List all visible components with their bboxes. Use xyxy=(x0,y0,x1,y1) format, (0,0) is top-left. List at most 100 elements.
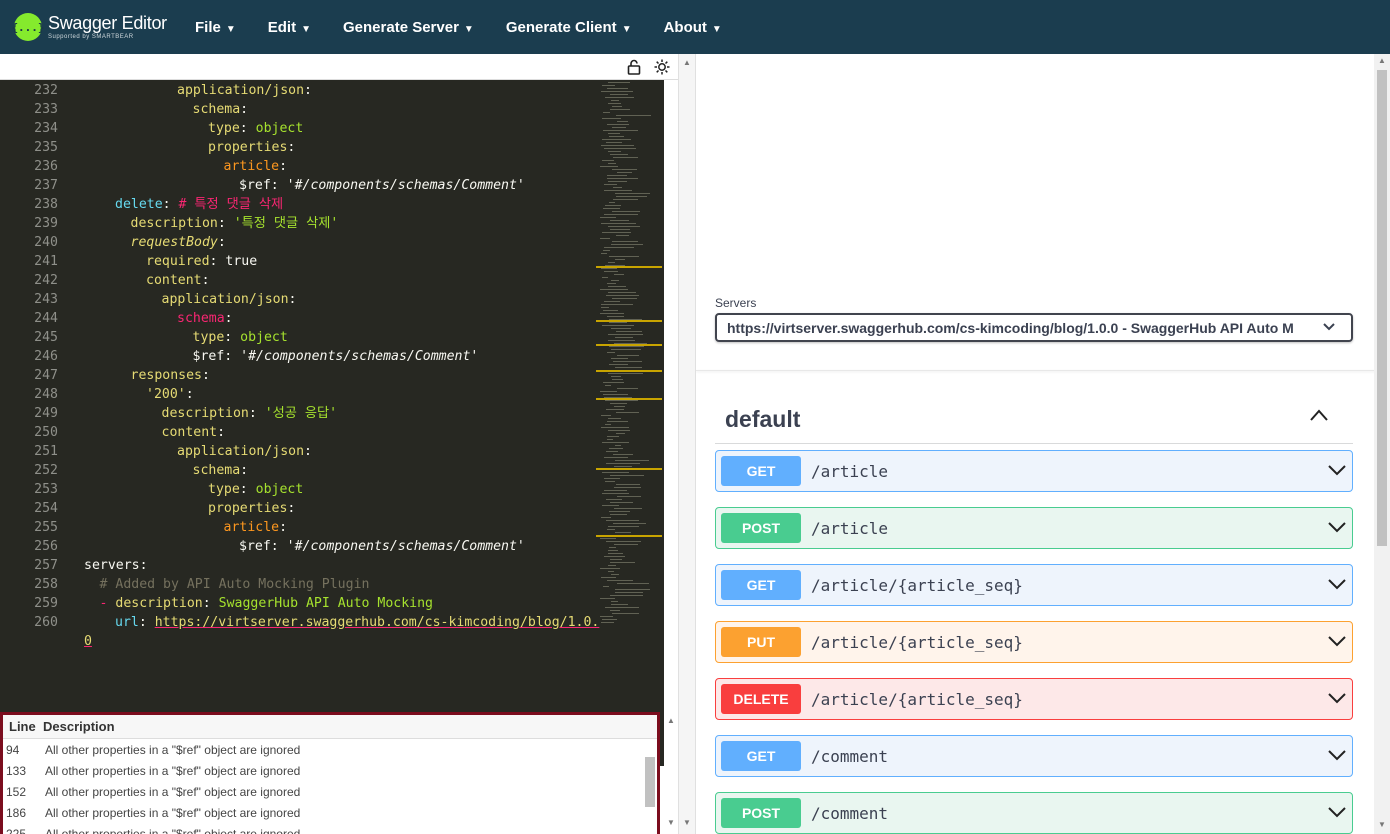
code-line[interactable]: 238 delete: # 특정 댓글 삭제 xyxy=(0,195,600,214)
scroll-down-icon[interactable]: ▼ xyxy=(1378,820,1386,829)
code-token: properties xyxy=(208,501,288,516)
code-line[interactable]: 243 application/json: xyxy=(0,290,600,309)
operation-get[interactable]: GET/article xyxy=(715,450,1353,492)
code-line[interactable]: 239 description: '특정 댓글 삭제' xyxy=(0,214,600,233)
menu-file[interactable]: File ▼ xyxy=(195,19,236,36)
minimap-line xyxy=(609,448,623,449)
code-line[interactable]: 234 type: object xyxy=(0,119,600,138)
operation-get[interactable]: GET/article/{article_seq} xyxy=(715,564,1353,606)
minimap-line xyxy=(617,121,628,122)
code-line[interactable]: 253 type: object xyxy=(0,480,600,499)
operation-post[interactable]: POST/comment xyxy=(715,792,1353,834)
code-line[interactable]: 0 xyxy=(0,632,600,651)
code-token: requestBody xyxy=(130,235,218,250)
code-editor[interactable]: 232 application/json: 233 schema: 234 type: o… xyxy=(0,80,664,766)
ui-scrollbar[interactable]: ▲ ▼ xyxy=(1374,54,1390,834)
main-menu: File ▼ Edit ▼ Generate Server ▼ Generate Cl… xyxy=(195,19,754,36)
chevron-down-icon[interactable] xyxy=(1328,577,1346,595)
code-line[interactable]: 235 properties: xyxy=(0,138,600,157)
code-line[interactable]: 246 $ref: '#/components/schemas/Comment' xyxy=(0,347,600,366)
chevron-up-icon[interactable] xyxy=(1309,408,1328,426)
pane-splitter[interactable]: ▲ ▼ xyxy=(678,54,696,834)
tag-section-default[interactable]: default xyxy=(715,398,1353,444)
code-line[interactable]: 240 requestBody: xyxy=(0,233,600,252)
scroll-down-icon[interactable]: ▼ xyxy=(683,818,691,827)
code-minimap[interactable] xyxy=(596,80,664,630)
code-token: SwaggerHub API Auto Mocking xyxy=(218,596,433,611)
code-line[interactable]: 258 # Added by API Auto Mocking Plugin xyxy=(0,575,600,594)
line-number: 255 xyxy=(34,520,58,535)
scroll-up-icon[interactable]: ▲ xyxy=(667,716,675,725)
unlock-icon[interactable] xyxy=(625,58,643,76)
theme-sun-icon[interactable] xyxy=(653,58,671,76)
code-line[interactable]: 245 type: object xyxy=(0,328,600,347)
code-line[interactable]: 247 responses: xyxy=(0,366,600,385)
code-line[interactable]: 233 schema: xyxy=(0,100,600,119)
error-row[interactable]: 152 All other properties in a "$ref" obje… xyxy=(3,781,657,802)
operation-put[interactable]: PUT/article/{article_seq} xyxy=(715,621,1353,663)
code-line[interactable]: 251 application/json: xyxy=(0,442,600,461)
swagger-logo[interactable]: {...} Swagger Editor Supported by SMARTB… xyxy=(11,7,184,47)
code-line[interactable]: 236 article: xyxy=(0,157,600,176)
code-line[interactable]: 252 schema: xyxy=(0,461,600,480)
code-line[interactable]: 248 '200': xyxy=(0,385,600,404)
code-token: article xyxy=(223,159,280,174)
code-text: properties: xyxy=(208,138,295,157)
http-method-badge: GET xyxy=(721,741,801,771)
minimap-line xyxy=(617,388,638,389)
chevron-down-icon[interactable] xyxy=(1328,748,1346,766)
minimap-line xyxy=(617,583,649,584)
code-line[interactable]: 255 article: xyxy=(0,518,600,537)
menu-generate-server[interactable]: Generate Server ▼ xyxy=(343,19,474,36)
code-line[interactable]: 256 $ref: '#/components/schemas/Comment' xyxy=(0,537,600,556)
chevron-down-icon[interactable] xyxy=(1328,691,1346,709)
editor-scrollbar[interactable] xyxy=(664,80,678,766)
menu-generate-client[interactable]: Generate Client ▼ xyxy=(506,19,632,36)
minimap-line xyxy=(613,187,622,188)
line-number: 241 xyxy=(34,254,58,269)
code-line[interactable]: 237 $ref: '#/components/schemas/Comment' xyxy=(0,176,600,195)
code-line[interactable]: 254 properties: xyxy=(0,499,600,518)
error-row[interactable]: 94 All other properties in a "$ref" objec… xyxy=(3,739,657,760)
chevron-down-icon[interactable] xyxy=(1328,520,1346,538)
operation-get[interactable]: GET/comment xyxy=(715,735,1353,777)
code-line[interactable]: 232 application/json: xyxy=(0,81,600,100)
code-line[interactable]: 242 content: xyxy=(0,271,600,290)
chevron-down-icon[interactable] xyxy=(1328,805,1346,823)
error-row[interactable]: 225 All other properties in a "$ref" obje… xyxy=(3,823,657,834)
code-text: # Added by API Auto Mocking Plugin xyxy=(100,575,370,594)
chevron-down-icon[interactable] xyxy=(1328,463,1346,481)
code-token: 0 xyxy=(84,634,92,649)
error-row[interactable]: 133 All other properties in a "$ref" obje… xyxy=(3,760,657,781)
ui-scroll-thumb[interactable] xyxy=(1377,70,1387,546)
menu-about[interactable]: About ▼ xyxy=(664,19,722,36)
minimap-line xyxy=(611,100,619,101)
operation-delete[interactable]: DELETE/article/{article_seq} xyxy=(715,678,1353,720)
code-token: schema xyxy=(192,463,241,478)
error-row[interactable]: 186 All other properties in a "$ref" obje… xyxy=(3,802,657,823)
minimap-line xyxy=(601,268,617,269)
operation-post[interactable]: POST/article xyxy=(715,507,1353,549)
minimap-line xyxy=(615,532,631,533)
scroll-up-icon[interactable]: ▲ xyxy=(1378,56,1386,65)
code-line[interactable]: 244 schema: xyxy=(0,309,600,328)
code-line[interactable]: 259 - description: SwaggerHub API Auto Mo… xyxy=(0,594,600,613)
code-line[interactable]: 241 required: true xyxy=(0,252,600,271)
minimap-line xyxy=(615,259,625,260)
line-number: 259 xyxy=(34,596,58,611)
chevron-down-icon[interactable] xyxy=(1328,634,1346,652)
line-number: 244 xyxy=(34,311,58,326)
error-scroll-thumb[interactable] xyxy=(645,757,655,807)
scroll-down-icon[interactable]: ▼ xyxy=(667,818,675,827)
minimap-line xyxy=(608,571,614,572)
servers-select[interactable]: https://virtserver.swaggerhub.com/cs-kim… xyxy=(715,313,1353,342)
code-line[interactable]: 250 content: xyxy=(0,423,600,442)
code-line[interactable]: 257 servers: xyxy=(0,556,600,575)
scroll-up-icon[interactable]: ▲ xyxy=(683,58,691,67)
error-scrollbar[interactable] xyxy=(645,743,655,833)
code-line[interactable]: 249 description: '성공 응답' xyxy=(0,404,600,423)
code-line[interactable]: 260 url: https://virtserver.swaggerhub.co… xyxy=(0,613,600,632)
menu-edit[interactable]: Edit ▼ xyxy=(268,19,311,36)
minimap-line xyxy=(608,565,616,566)
code-token: application/json xyxy=(161,292,289,307)
